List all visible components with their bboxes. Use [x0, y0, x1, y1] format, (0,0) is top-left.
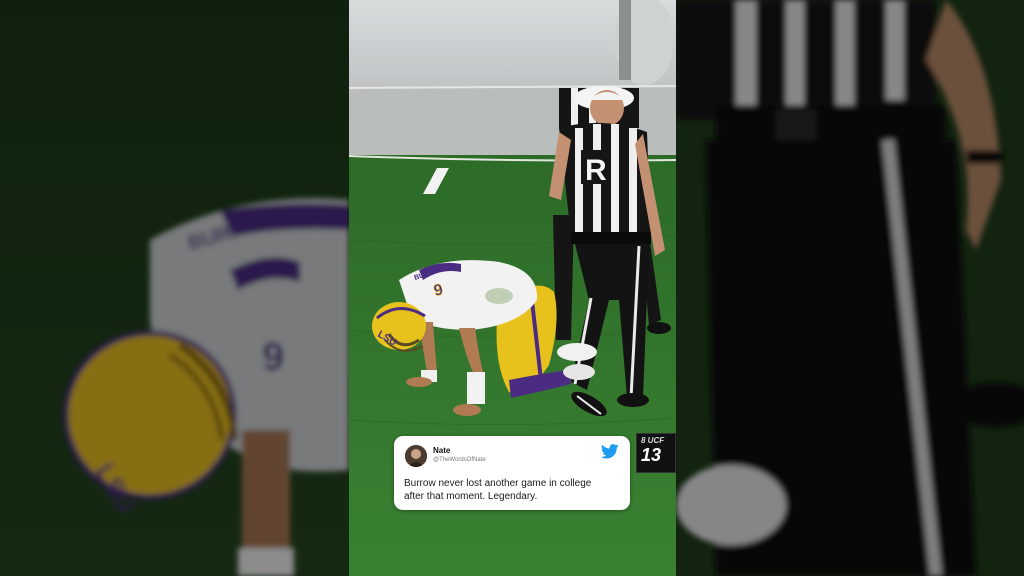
- blurred-background-right: [676, 0, 1024, 576]
- score-bug-team: 8 UCF: [641, 436, 665, 445]
- tweet-author-handle[interactable]: @TheWordsOfNate: [433, 457, 486, 463]
- avatar[interactable]: [405, 445, 427, 467]
- tweet-author-name[interactable]: Nate: [433, 446, 450, 455]
- tweet-text: Burrow never lost another game in colleg…: [404, 477, 624, 503]
- twitter-bird-icon: [601, 444, 619, 459]
- score-bug: 8 UCF 13: [636, 433, 676, 473]
- tweet-text-line-1: Burrow never lost another game in colleg…: [404, 478, 592, 489]
- blurred-background-left: 9 BURROW LSU: [0, 0, 349, 576]
- tweet-text-line-2: after that moment. Legendary.: [404, 491, 538, 502]
- video-stage[interactable]: 9 BURROW LSU: [0, 0, 1024, 576]
- score-bug-score: 13: [641, 445, 662, 465]
- avatar-image: [405, 445, 427, 467]
- tweet-card[interactable]: Nate @TheWordsOfNate Burrow never lost a…: [394, 436, 630, 510]
- referee-letter: R: [585, 154, 607, 187]
